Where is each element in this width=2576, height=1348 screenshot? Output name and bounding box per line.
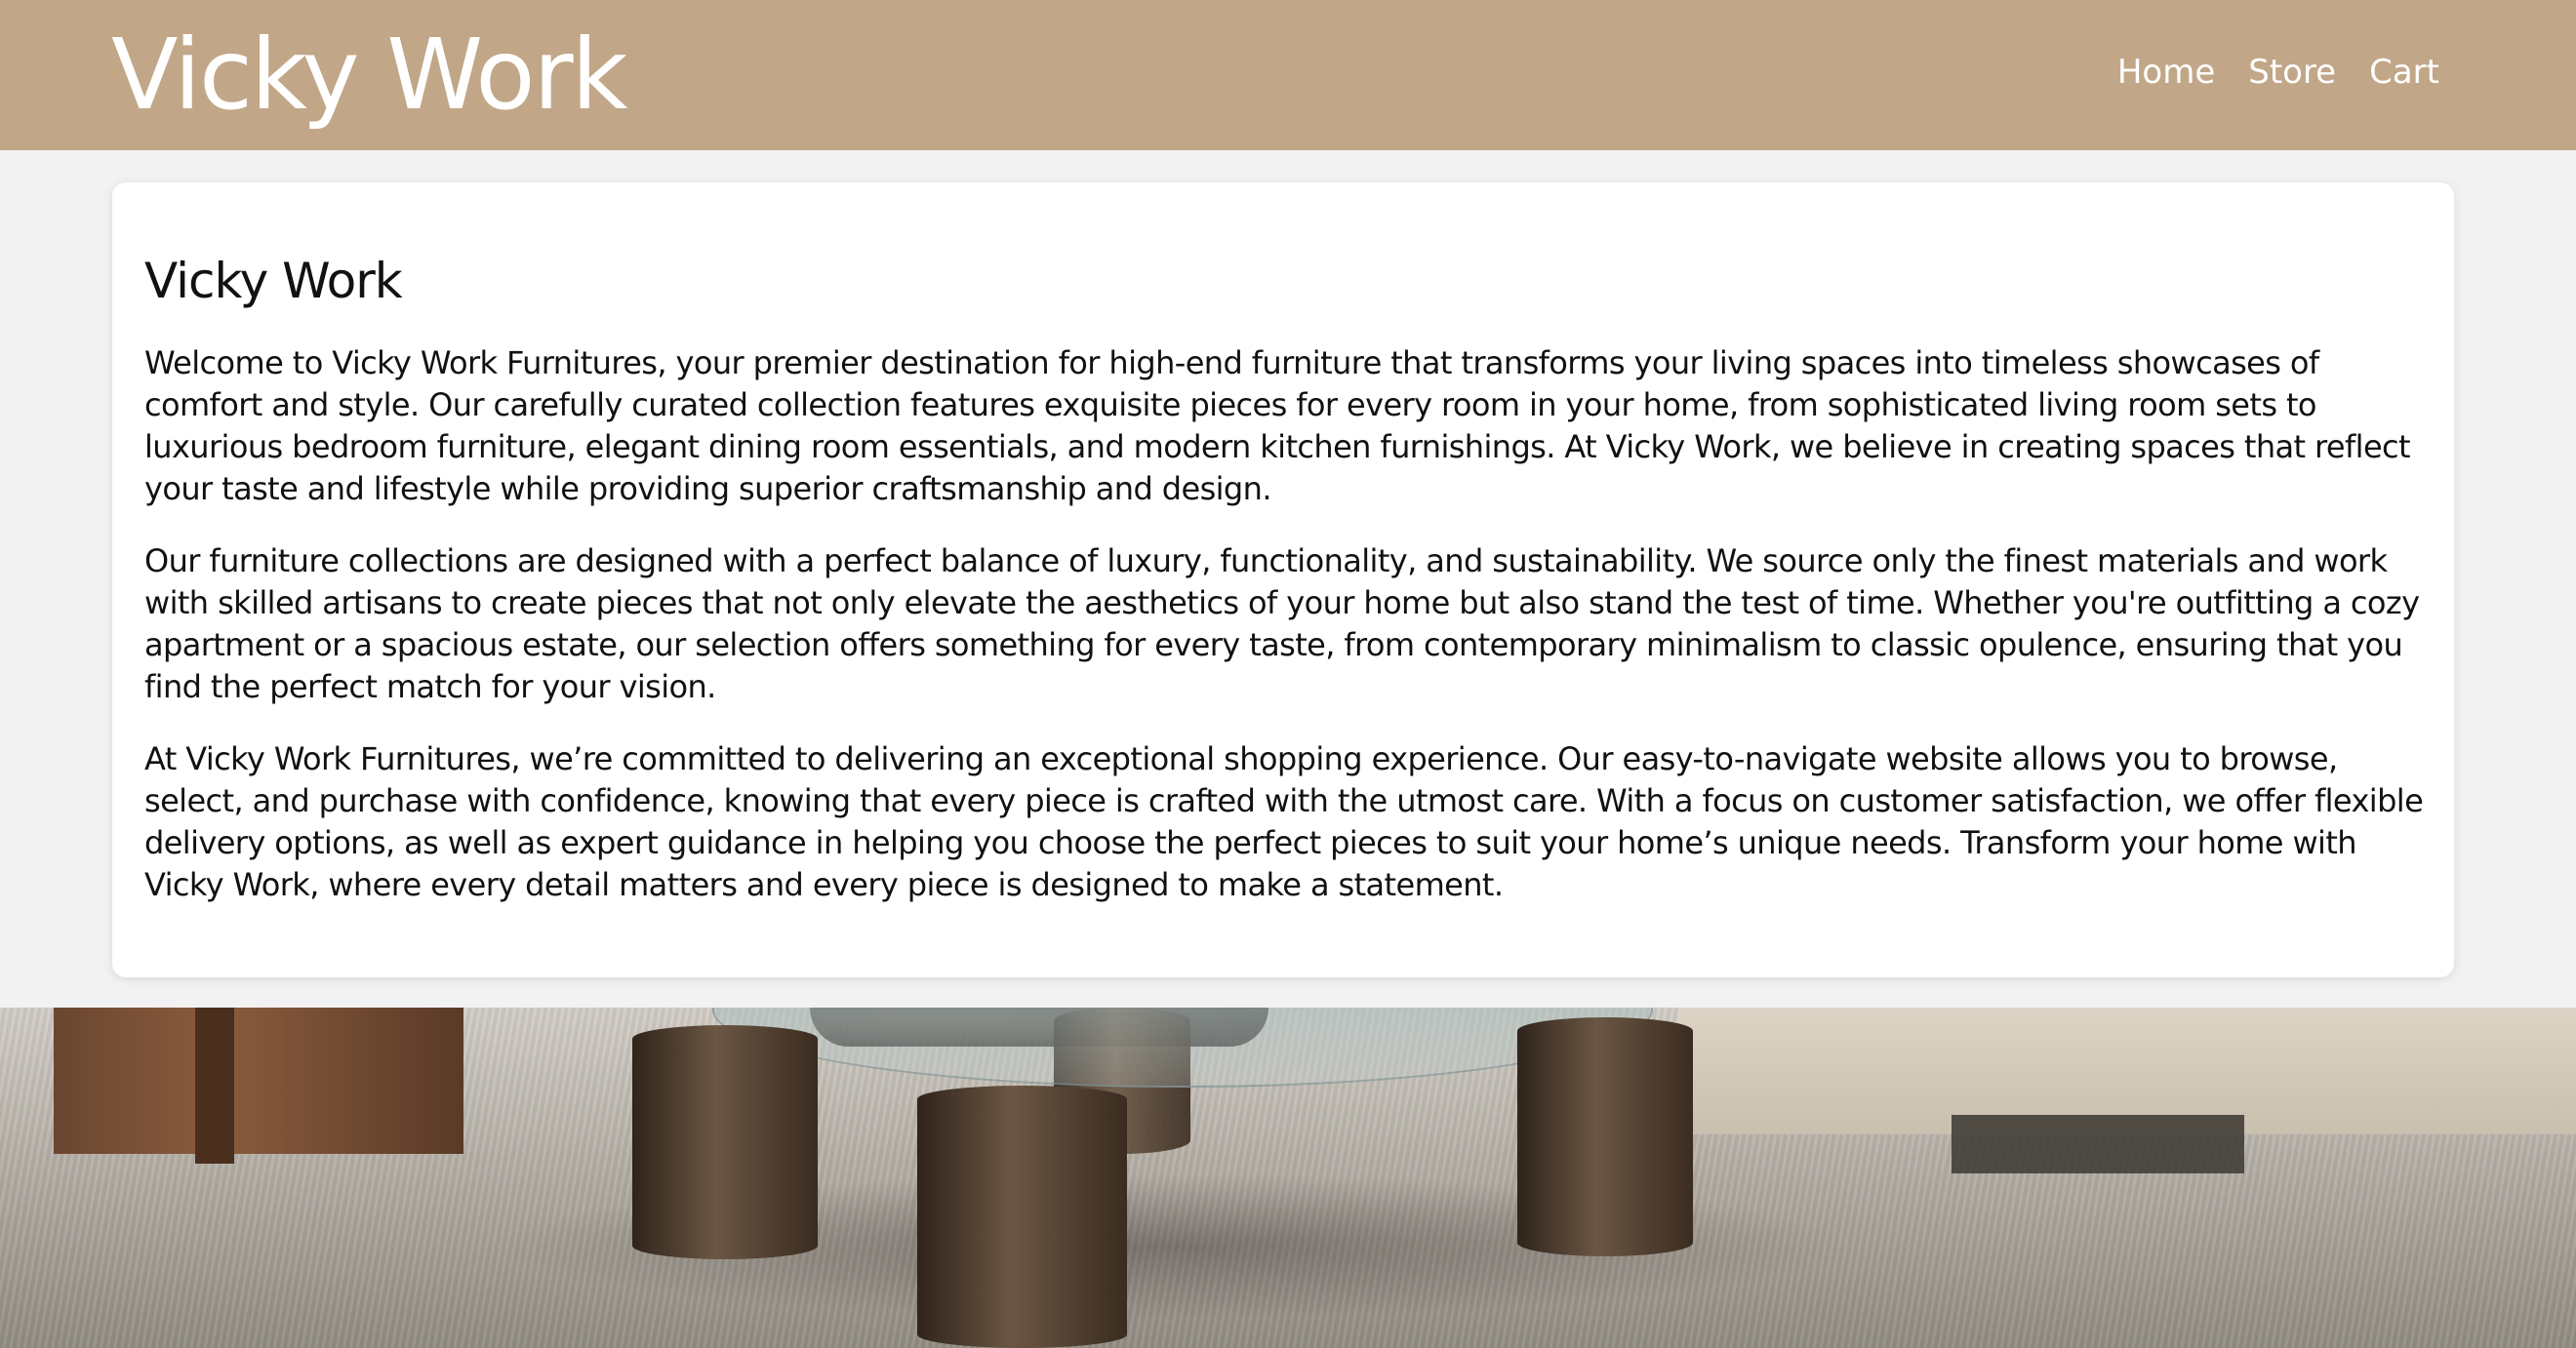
site-header: Vicky Work Home Store Cart — [0, 0, 2576, 150]
wood-table-joint — [195, 1008, 234, 1164]
commitment-paragraph: At Vicky Work Furnitures, we’re committe… — [144, 740, 2424, 903]
brand-logo[interactable]: Vicky Work — [111, 12, 628, 139]
table-leg-front — [917, 1086, 1127, 1348]
main-nav: Home Store Cart — [2117, 49, 2439, 96]
intro-paragraph: Welcome to Vicky Work Furnitures, your p… — [144, 344, 2411, 507]
about-card: Vicky Work Welcome to Vicky Work Furnitu… — [112, 182, 2454, 977]
page-title: Vicky Work — [144, 253, 403, 309]
sofa-base-shape — [1952, 1115, 2244, 1173]
nav-cart-link[interactable]: Cart — [2369, 49, 2439, 96]
hero-image — [0, 1008, 2576, 1348]
table-leg-right — [1517, 1017, 1693, 1256]
collections-paragraph: Our furniture collections are designed w… — [144, 542, 2420, 705]
nav-store-link[interactable]: Store — [2248, 49, 2336, 96]
table-leg-left — [632, 1025, 818, 1259]
wood-side-table — [54, 1008, 463, 1154]
nav-home-link[interactable]: Home — [2117, 49, 2215, 96]
